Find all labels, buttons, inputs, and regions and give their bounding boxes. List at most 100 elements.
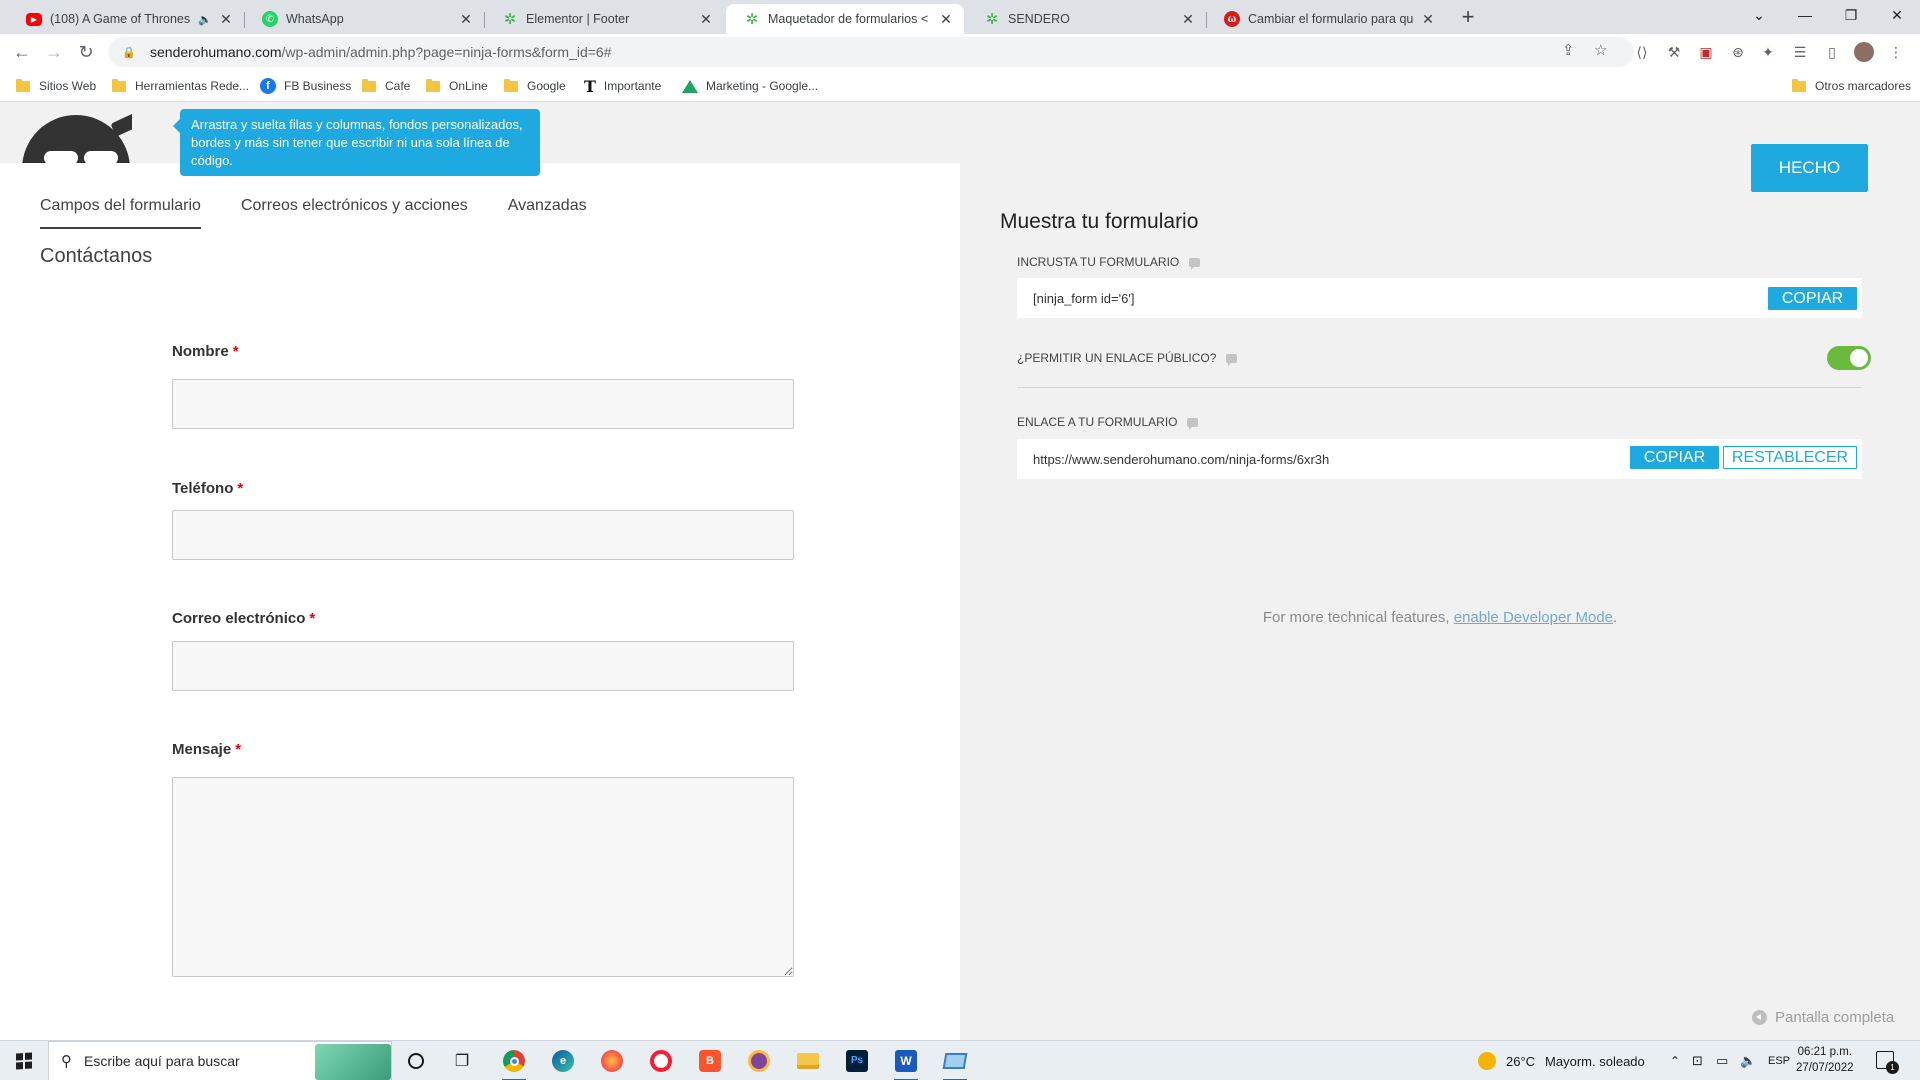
- remote-desktop-icon[interactable]: [939, 1045, 971, 1080]
- bookmark-cafe[interactable]: Cafe: [362, 77, 410, 95]
- restore-button[interactable]: ❐: [1828, 0, 1874, 32]
- fullscreen-button[interactable]: Pantalla completa: [1752, 1009, 1894, 1026]
- bookmark-label: Otros marcadores: [1815, 79, 1912, 93]
- opera-icon[interactable]: [645, 1045, 677, 1077]
- field-nombre[interactable]: Nombre *: [172, 343, 794, 429]
- embed-code-box[interactable]: [ninja_form id='6']: [1017, 278, 1862, 318]
- close-tab-icon[interactable]: ✕: [218, 11, 234, 28]
- new-tab-button[interactable]: +: [1456, 6, 1480, 30]
- tab-advanced[interactable]: Avanzadas: [508, 197, 587, 229]
- browser-tab-cambiar[interactable]: ω Cambiar el formulario para que e ✕: [1206, 4, 1446, 34]
- correo-input[interactable]: [172, 641, 794, 691]
- form-builder: Arrastra y suelta filas y columnas, fond…: [0, 103, 1920, 1040]
- close-tab-icon[interactable]: ✕: [1420, 11, 1436, 28]
- url-path: /wp-admin/admin.php?page=ninja-forms&for…: [281, 44, 612, 60]
- word-icon[interactable]: W: [890, 1045, 922, 1080]
- reload-icon[interactable]: ↻: [72, 38, 100, 66]
- photoshop-icon[interactable]: Ps: [841, 1045, 873, 1077]
- lock-icon[interactable]: 🔒: [122, 46, 136, 59]
- close-tab-icon[interactable]: ✕: [938, 11, 954, 28]
- extensions-puzzle-icon[interactable]: ✦: [1758, 42, 1778, 62]
- show-hidden-icons[interactable]: ⌃: [1670, 1041, 1680, 1080]
- firefox-icon[interactable]: [596, 1045, 628, 1077]
- speaker-icon[interactable]: 🔈: [198, 13, 212, 26]
- copy-link-button[interactable]: COPIAR: [1630, 446, 1719, 469]
- help-comment-icon[interactable]: [1226, 353, 1238, 366]
- extension-code-icon[interactable]: ⟨⟩: [1632, 42, 1652, 62]
- reading-list-icon[interactable]: ☰: [1790, 42, 1810, 62]
- profile-avatar[interactable]: [1854, 42, 1874, 62]
- bookmark-importante[interactable]: T Importante: [584, 77, 661, 96]
- close-tab-icon[interactable]: ✕: [1180, 11, 1196, 28]
- browser-tab-youtube[interactable]: ▶ (108) A Game of Thrones - R 🔈 ✕: [8, 4, 245, 34]
- extension-shield-icon[interactable]: ⊛: [1728, 42, 1748, 62]
- done-button[interactable]: HECHO: [1751, 144, 1868, 192]
- field-label: Correo electrónico *: [172, 610, 316, 627]
- side-panel-icon[interactable]: ▯: [1822, 42, 1842, 62]
- tab-title: Elementor | Footer: [526, 12, 630, 26]
- back-icon[interactable]: ←: [8, 38, 36, 66]
- taskbar-search[interactable]: ⚲ Escribe aquí para buscar: [48, 1041, 392, 1080]
- reset-link-button[interactable]: RESTABLECER: [1723, 446, 1857, 469]
- google-drive-icon: [682, 79, 698, 93]
- tab-form-fields[interactable]: Campos del formulario: [40, 197, 201, 229]
- field-telefono[interactable]: Teléfono *: [172, 480, 794, 560]
- cortana-icon[interactable]: [400, 1045, 432, 1077]
- bookmark-google[interactable]: Google: [504, 77, 566, 95]
- fullscreen-label: Pantalla completa: [1775, 1009, 1895, 1026]
- embed-label: INCRUSTA TU FORMULARIO: [1017, 255, 1201, 270]
- menu-kebab-icon[interactable]: ⋮: [1886, 42, 1906, 62]
- copy-embed-button[interactable]: COPIAR: [1768, 287, 1857, 310]
- bookmark-sitios-web[interactable]: Sitios Web: [16, 77, 96, 95]
- close-tab-icon[interactable]: ✕: [698, 11, 714, 28]
- tab-search-icon[interactable]: ⌄: [1736, 0, 1782, 32]
- bookmark-marketing[interactable]: Marketing - Google...: [682, 77, 818, 95]
- extension-red-icon[interactable]: ▣: [1696, 42, 1716, 62]
- nombre-input[interactable]: [172, 379, 794, 429]
- notification-center-icon[interactable]: 1: [1876, 1051, 1899, 1074]
- close-window-button[interactable]: ✕: [1874, 0, 1920, 32]
- address-bar[interactable]: 🔒 senderohumano.com/wp-admin/admin.php?p…: [108, 37, 1634, 67]
- extension-tool-icon[interactable]: ⚒: [1664, 42, 1684, 62]
- field-label: Nombre *: [172, 343, 239, 360]
- mensaje-textarea[interactable]: [172, 777, 794, 977]
- edge-icon[interactable]: e: [547, 1045, 579, 1077]
- field-correo[interactable]: Correo electrónico *: [172, 610, 794, 691]
- volume-icon[interactable]: 🔈: [1740, 1041, 1756, 1080]
- public-link-toggle[interactable]: [1827, 346, 1871, 370]
- clock-time: 06:21 p.m.: [1797, 1046, 1852, 1058]
- share-icon[interactable]: ⇪: [1562, 41, 1575, 59]
- telefono-input[interactable]: [172, 510, 794, 560]
- browser-tab-elementor[interactable]: ✲ Elementor | Footer ✕: [484, 4, 724, 34]
- network-icon[interactable]: ▭: [1716, 1041, 1728, 1080]
- file-explorer-icon[interactable]: [792, 1045, 824, 1077]
- tor-icon[interactable]: [743, 1045, 775, 1077]
- tab-emails-actions[interactable]: Correos electrónicos y acciones: [241, 197, 468, 229]
- chrome-icon[interactable]: [498, 1045, 530, 1080]
- bookmark-star-icon[interactable]: ☆: [1594, 41, 1607, 59]
- browser-tab-whatsapp[interactable]: ✆ WhatsApp ✕: [244, 4, 485, 34]
- meet-now-icon[interactable]: ⊡: [1692, 1041, 1703, 1080]
- bookmark-fb-business[interactable]: f FB Business: [260, 77, 351, 95]
- whatsapp-icon: ✆: [262, 11, 278, 27]
- close-tab-icon[interactable]: ✕: [458, 11, 474, 28]
- bookmark-herramientas[interactable]: Herramientas Rede...: [112, 77, 249, 95]
- enable-developer-mode-link[interactable]: enable Developer Mode: [1454, 609, 1613, 626]
- browser-tab-sendero[interactable]: ✲ SENDERO ✕: [966, 4, 1207, 34]
- minimize-button[interactable]: —: [1782, 0, 1828, 32]
- field-mensaje[interactable]: Mensaje *: [172, 741, 794, 977]
- bookmark-other[interactable]: Otros marcadores: [1792, 77, 1911, 95]
- brave-icon[interactable]: B: [694, 1045, 726, 1077]
- folder-icon: [1792, 78, 1806, 92]
- help-comment-icon[interactable]: [1187, 417, 1199, 430]
- clock[interactable]: 06:21 p.m. 27/07/2022: [1796, 1044, 1854, 1076]
- browser-tab-form-builder[interactable]: ✲ Maquetador de formularios < SE ✕: [726, 4, 964, 34]
- bookmark-online[interactable]: OnLine: [426, 77, 488, 95]
- forward-icon[interactable]: →: [40, 38, 68, 66]
- language-indicator[interactable]: ESP: [1768, 1041, 1790, 1080]
- start-button[interactable]: [0, 1041, 48, 1080]
- task-view-icon[interactable]: ❐: [446, 1045, 478, 1077]
- help-comment-icon[interactable]: [1189, 257, 1201, 270]
- ninja-forms-logo[interactable]: [20, 113, 132, 163]
- weather-widget[interactable]: 26°C Mayorm. soleado: [1478, 1041, 1645, 1080]
